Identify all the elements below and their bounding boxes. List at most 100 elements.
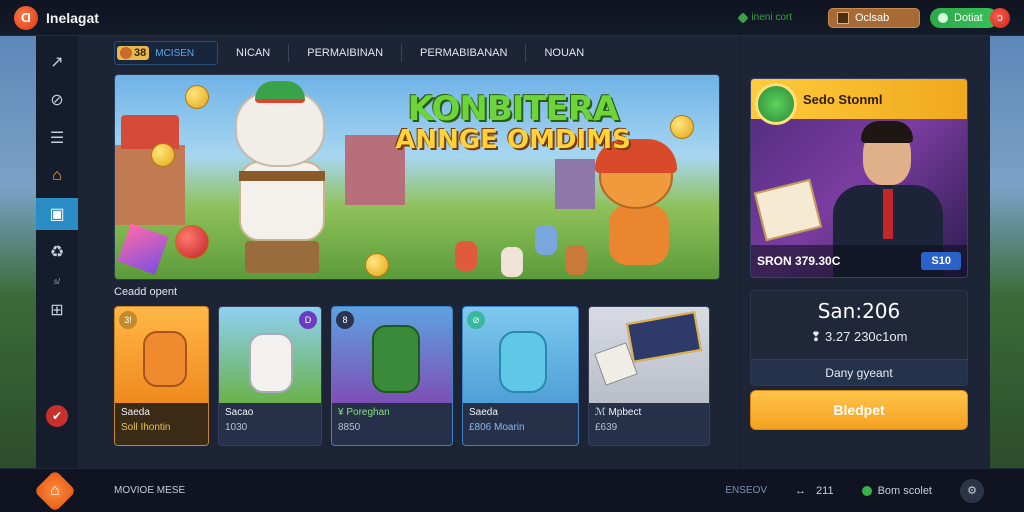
primary-cta-button[interactable]: Bledpet <box>750 390 968 430</box>
top-right-controls: ineni cort Oclsab Dotiat ɔ <box>737 7 1010 28</box>
sidebar-item-4[interactable]: ⌂ <box>36 160 78 192</box>
character-illustration <box>249 333 293 393</box>
tab-1[interactable]: NICAN <box>218 44 290 62</box>
game-card-art: 8 <box>332 307 452 403</box>
card-title: Saeda <box>469 407 498 418</box>
game-card[interactable]: 8 ¥ Poreghan 8850 <box>331 306 453 446</box>
game-card-art: D <box>219 307 321 403</box>
hero-title-line2: ANNGE OMDIMS <box>395 125 631 155</box>
stats-row[interactable]: Dany gyeant <box>751 359 967 385</box>
tab-2[interactable]: PERMAIBINAN <box>289 44 403 62</box>
home-button[interactable]: ⌂ <box>33 469 77 512</box>
stats-sub-value: ❢ 3.27 230c1om <box>810 329 908 344</box>
section-label: Ceadd opent <box>114 286 177 298</box>
sidebar-item-1[interactable]: ↗ <box>36 46 78 78</box>
card-title: Saeda <box>121 407 150 418</box>
brown-button-label: Oclsab <box>855 11 890 24</box>
promo-card[interactable]: Sedo Stonml SRON 379.30C S10 <box>750 78 968 278</box>
home-icon: ⌂ <box>52 167 62 184</box>
green-button-label: Dotiat <box>954 11 983 24</box>
bear-character <box>585 139 695 277</box>
hero-title-line1: KONBITERA <box>407 89 620 129</box>
sidebar: ↗ ⊘ ☰ ⌂ ▣ ♻ s/ ⊞ ✔ <box>36 36 78 468</box>
tab-featured[interactable]: 38 MCISEN <box>114 41 218 65</box>
background-scenery-right <box>990 36 1024 468</box>
sidebar-item-5[interactable]: ▣ <box>36 198 78 230</box>
roof-illustration <box>121 115 179 149</box>
level-badge-number: 38 <box>134 47 147 59</box>
promo-character-icon <box>755 83 797 125</box>
bottom-item-3[interactable]: Bom scolet <box>861 484 932 497</box>
list-icon: ☰ <box>49 130 65 147</box>
promo-button[interactable]: S10 <box>921 252 961 270</box>
square-icon <box>837 11 849 24</box>
game-card-art <box>589 307 709 403</box>
bottom-item-1[interactable]: ENSEOV <box>725 485 767 496</box>
game-card[interactable]: ℳ Mpbect £639 <box>588 306 710 446</box>
sidebar-item-3[interactable]: ☰ <box>36 122 78 154</box>
tab-featured-label: MCISEN <box>155 47 195 59</box>
gem-illustration <box>117 223 169 275</box>
card-badge: 8 <box>336 311 354 329</box>
bottom-item-2[interactable]: ↔ 211 <box>795 485 834 497</box>
bottom-item-3-label: Bom scolet <box>877 484 932 497</box>
game-card[interactable]: D Sacao 1030 <box>218 306 322 446</box>
card-title: ¥ Poreghan <box>338 407 390 418</box>
notification-symbol: ɔ <box>997 11 1003 24</box>
app-logo-icon[interactable]: Ɑ <box>14 5 38 30</box>
card-footer: Saeda Soll Ihontin <box>115 403 208 445</box>
small-character <box>535 225 557 255</box>
app-logo-letter: Ɑ <box>21 10 31 25</box>
tab-4[interactable]: NOUAN <box>526 44 602 62</box>
card-title: ℳ Mpbect <box>595 407 642 418</box>
grid-icon: ⊞ <box>50 302 64 319</box>
character-illustration <box>143 331 187 387</box>
game-box-illustration <box>626 311 702 363</box>
tab-bar: 38 MCISEN NICAN PERMAIBINAN PERMABIBANAN… <box>114 40 602 66</box>
coin-icon <box>670 115 694 139</box>
green-toggle-button[interactable]: Dotiat <box>930 7 998 28</box>
card-title: Sacao <box>225 407 254 418</box>
notification-badge[interactable]: ɔ <box>990 7 1010 28</box>
card-subtitle: Soll Ihontin <box>121 422 171 433</box>
toggle-icon <box>938 12 948 23</box>
top-bar: Ɑ Inelagat ineni cort Oclsab Dotiat ɔ <box>0 0 1024 36</box>
game-card[interactable]: 3! Saeda Soll Ihontin <box>114 306 209 446</box>
small-character <box>501 247 523 277</box>
search-icon: ⊘ <box>50 92 64 109</box>
status-dot-icon <box>861 485 872 496</box>
red-coin-icon <box>175 225 209 259</box>
sidebar-item-2[interactable]: ⊘ <box>36 84 78 116</box>
coin-icon <box>365 253 389 277</box>
bottom-right-controls: ENSEOV ↔ 211 Bom scolet ⚙ <box>725 478 984 503</box>
promo-footer: SRON 379.30C S10 <box>751 245 967 277</box>
tab-3[interactable]: PERMABIBANAN <box>402 44 527 62</box>
game-card-art: ⊘ <box>463 307 578 403</box>
text-icon: s/ <box>53 276 61 286</box>
stats-main-value: San:206 <box>817 299 901 323</box>
sidebar-bottom-item[interactable]: ✔ <box>36 400 78 432</box>
background-scenery-left <box>0 36 36 468</box>
sidebar-item-8[interactable]: ⊞ <box>36 294 78 326</box>
mascot-character <box>215 81 347 277</box>
sidebar-item-7[interactable]: s/ <box>36 274 78 288</box>
level-badge: 38 <box>117 46 150 60</box>
sidebar-item-6[interactable]: ♻ <box>36 236 78 268</box>
home-icon: ⌂ <box>50 481 60 499</box>
small-character <box>455 241 477 271</box>
avatar-icon <box>120 47 132 59</box>
coin-icon <box>151 143 175 167</box>
check-icon: ✔ <box>46 405 68 427</box>
character-illustration <box>499 331 547 393</box>
card-badge: 3! <box>119 311 137 329</box>
bottom-item-2-value: 211 <box>816 484 834 497</box>
game-card[interactable]: ⊘ Saeda £806 Moarin <box>462 306 579 446</box>
brown-action-button[interactable]: Oclsab <box>828 7 920 28</box>
promo-title: Sedo Stonml <box>803 91 883 107</box>
stats-panel: San:206 ❢ 3.27 230c1om Dany gyeant <box>750 290 968 386</box>
promo-header: Sedo Stonml <box>751 79 967 125</box>
card-subtitle: 1030 <box>225 422 248 433</box>
settings-icon[interactable]: ⚙ <box>960 478 984 503</box>
coin-indicator[interactable]: ineni cort <box>737 11 792 24</box>
hero-banner[interactable]: KONBITERA ANNGE OMDIMS <box>114 74 720 280</box>
